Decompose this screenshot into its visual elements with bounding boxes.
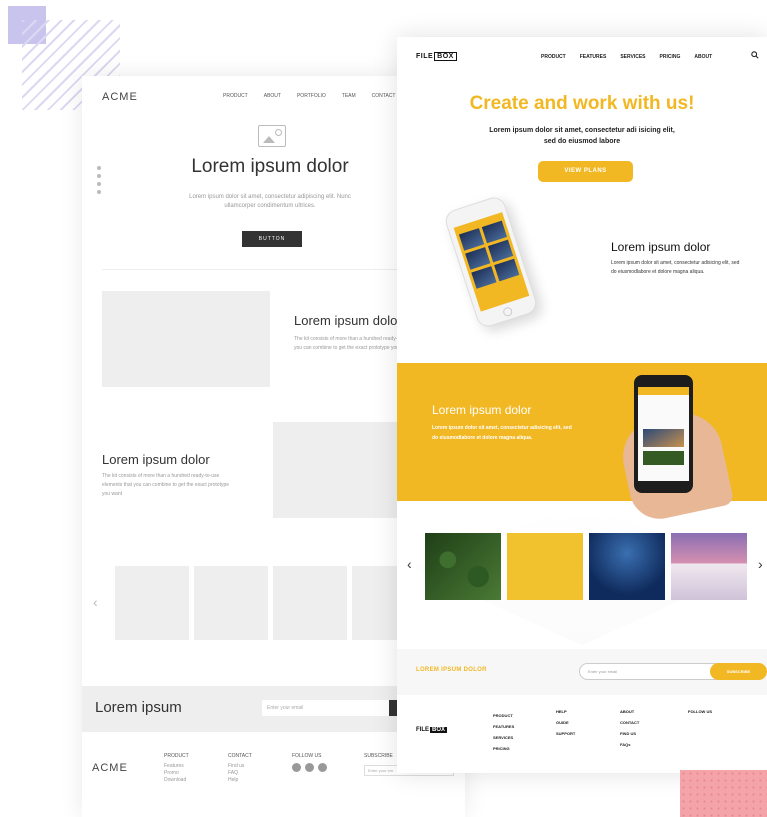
gallery-photo-night-sky[interactable] (589, 533, 665, 600)
phone-mockup-image (442, 194, 540, 330)
wire-logo[interactable]: ACME (102, 91, 138, 103)
handheld-phone-image (634, 375, 693, 493)
filebox-logo[interactable]: FILE BOX (416, 52, 457, 61)
decorative-dots (680, 770, 767, 817)
view-plans-button[interactable]: VIEW PLANS (538, 161, 633, 182)
gallery-photo-mountain[interactable] (671, 533, 747, 600)
footer-link[interactable]: FAQs (620, 739, 639, 750)
slide-dot[interactable] (97, 190, 101, 194)
footer-link[interactable]: GUIDE (556, 717, 575, 728)
footer-brand-box: BOX (430, 727, 448, 733)
wire-nav-contact[interactable]: CONTACT (372, 93, 396, 99)
newsletter-email-input[interactable]: Enter your email (579, 663, 729, 680)
footer-brand-text: FILE (416, 727, 429, 733)
hero-title: Create and work with us! (469, 93, 695, 114)
social-icon[interactable] (305, 763, 314, 772)
showcase-stage: ACME PRODUCT ABOUT PORTFOLIO TEAM CONTAC… (0, 0, 767, 817)
wire-hero-subtitle: Lorem ipsum dolor sit amet, consectetur … (189, 194, 351, 209)
chevron-left-icon[interactable]: ‹ (93, 594, 98, 610)
feature2-text: Lorem ipsum dolor sit amet, consectetur … (432, 425, 572, 441)
social-icon[interactable] (318, 763, 327, 772)
wire-hero-button[interactable]: BUTTON (242, 231, 302, 247)
slide-dot[interactable] (97, 182, 101, 186)
wire-footer-link[interactable]: Promo (164, 770, 189, 777)
wire-newsletter-title: Lorem ipsum (95, 699, 182, 716)
wire-feature1-title: Lorem ipsum dolor (294, 313, 402, 328)
footer-link[interactable]: FIND US (620, 728, 639, 739)
photo-gallery (425, 533, 747, 600)
wire-footer-col-contact: CONTACT Find us FAQ Help (228, 753, 252, 784)
footer-logo[interactable]: FILE BOX (416, 727, 448, 733)
wire-feature1-image (102, 291, 270, 387)
wire-feature2-title: Lorem ipsum dolor (102, 452, 210, 467)
wire-footer-col-product: PRODUCT Features Promo Download (164, 753, 189, 784)
filebox-page: FILE BOX PRODUCT FEATURES SERVICES PRICIN… (397, 37, 767, 773)
newsletter-title: LOREM IPSUM DOLOR (416, 667, 487, 673)
filebox-nav: PRODUCT FEATURES SERVICES PRICING ABOUT (541, 54, 712, 60)
footer-link[interactable]: FEATURES (493, 721, 514, 732)
brand-box: BOX (434, 52, 457, 61)
subscribe-button[interactable]: SUBSCRIBE (710, 663, 767, 680)
wire-footer-logo[interactable]: ACME (92, 762, 128, 774)
search-icon[interactable] (751, 51, 759, 59)
nav-features[interactable]: FEATURES (580, 54, 607, 60)
phone2-screen (638, 387, 689, 481)
wire-footer-heading: FOLLOW US (292, 753, 322, 759)
footer-link[interactable]: SUPPORT (556, 728, 575, 739)
feature2-title: Lorem ipsum dolor (432, 403, 532, 417)
nav-about[interactable]: ABOUT (694, 54, 712, 60)
phone-home-button (502, 306, 514, 318)
nav-pricing[interactable]: PRICING (660, 54, 681, 60)
wire-nav-product[interactable]: PRODUCT (223, 93, 248, 99)
wire-footer-link[interactable]: Download (164, 777, 189, 784)
wire-footer-col-subscribe: SUBSCRIBE (364, 753, 393, 763)
wire-nav-team[interactable]: TEAM (342, 93, 356, 99)
footer-col-help: HELP GUIDE SUPPORT (556, 706, 575, 739)
wire-gallery (115, 566, 426, 640)
wire-email-input[interactable]: Enter your email (262, 700, 392, 716)
wire-feature2-text: The kit consists of more than a hundred … (102, 473, 230, 497)
wire-nav-portfolio[interactable]: PORTFOLIO (297, 93, 326, 99)
hero-subtitle: Lorem ipsum dolor sit amet, consectetur … (489, 127, 675, 145)
phone-screen (453, 212, 530, 312)
wire-footer-heading: SUBSCRIBE (364, 753, 393, 759)
footer-heading: HELP (556, 709, 567, 714)
footer-col-product: PRODUCT FEATURES SERVICES PRICING (493, 710, 514, 754)
wire-footer-col-follow: FOLLOW US (292, 753, 321, 763)
wire-social-icons (292, 763, 327, 772)
chevron-right-icon[interactable]: › (758, 556, 763, 572)
footer-link[interactable]: PRODUCT (493, 710, 514, 721)
footer-heading: FOLLOW US (688, 709, 712, 714)
phone-photo-grid (458, 220, 520, 289)
nav-product[interactable]: PRODUCT (541, 54, 566, 60)
wire-gallery-thumb[interactable] (194, 566, 268, 640)
footer-col-about: ABOUT CONTACT FIND US FAQs (620, 706, 639, 750)
wire-footer-heading: PRODUCT (164, 753, 189, 759)
footer-heading: ABOUT (620, 709, 635, 714)
wire-nav: PRODUCT ABOUT PORTFOLIO TEAM CONTACT (223, 93, 395, 99)
wire-gallery-thumb[interactable] (115, 566, 189, 640)
wire-footer-link[interactable]: Find us (228, 763, 252, 770)
brand-text: FILE (416, 53, 434, 60)
image-placeholder-icon (258, 125, 286, 147)
social-icon[interactable] (292, 763, 301, 772)
nav-services[interactable]: SERVICES (620, 54, 645, 60)
chevron-left-icon[interactable]: ‹ (407, 556, 412, 572)
footer-link[interactable]: PRICING (493, 743, 514, 754)
footer-link[interactable]: CONTACT (620, 717, 639, 728)
wire-footer-link[interactable]: FAQ (228, 770, 252, 777)
wire-footer-link[interactable]: Help (228, 777, 252, 784)
wire-footer-link[interactable]: Features (164, 763, 189, 770)
feature1-text: Lorem ipsum dolor sit amet, consectetur … (611, 260, 740, 275)
gallery-photo-forest[interactable] (425, 533, 501, 600)
feature1-title: Lorem ipsum dolor (611, 240, 711, 254)
wire-footer-heading: CONTACT (228, 753, 252, 759)
gallery-photo-pineapple[interactable] (507, 533, 583, 600)
wire-nav-about[interactable]: ABOUT (264, 93, 281, 99)
footer-link[interactable]: SERVICES (493, 732, 514, 743)
wire-gallery-thumb[interactable] (273, 566, 347, 640)
footer-col-follow: FOLLOW US (688, 706, 712, 717)
